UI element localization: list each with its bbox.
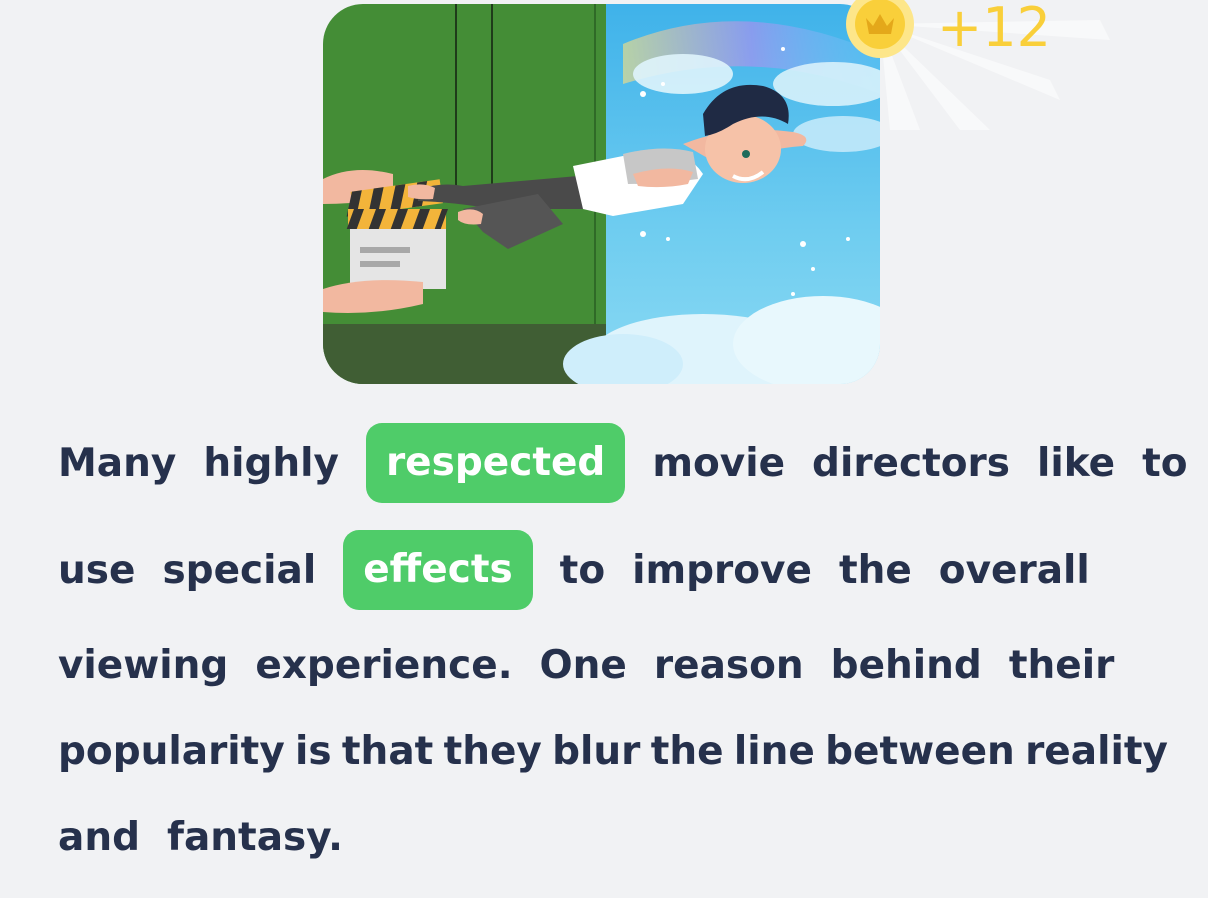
passage-word: like	[1037, 440, 1116, 486]
passage-word: that	[341, 728, 434, 774]
passage-word: use	[58, 547, 136, 593]
passage-word: directors	[812, 440, 1011, 486]
passage-word: they	[443, 728, 542, 774]
passage-word: to	[1142, 440, 1188, 486]
passage-word: to	[559, 547, 606, 593]
passage-line: Many highly respected movie directors like to	[58, 420, 1188, 506]
passage-line: and fantasy.	[58, 794, 343, 880]
passage-word: the	[650, 728, 724, 774]
passage-line: popularity is that they blur the line between re…	[58, 708, 1168, 794]
passage-word: reality	[1025, 728, 1168, 774]
passage-word: Many	[58, 440, 177, 486]
crown-coin-icon	[846, 0, 914, 58]
highlighted-word-chip[interactable]: effects	[343, 530, 533, 610]
passage-word: One	[539, 642, 627, 688]
passage-word: overall	[938, 547, 1090, 593]
passage-line: viewing experience. One reason behind their	[58, 622, 1114, 708]
passage-word: experience.	[255, 642, 513, 688]
lesson-illustration	[323, 4, 880, 384]
passage-word: special	[162, 547, 317, 593]
passage-word: their	[1008, 642, 1115, 688]
passage-word: improve	[632, 547, 812, 593]
passage-word: is	[295, 728, 332, 774]
reward-points: +12	[937, 0, 1051, 59]
passage-word: movie	[652, 440, 786, 486]
passage-word: behind	[830, 642, 982, 688]
passage-word: reason	[653, 642, 804, 688]
highlighted-word-chip[interactable]: respected	[365, 423, 626, 503]
passage-word: popularity	[58, 728, 285, 774]
passage-line: use special effects to improve the overall	[58, 527, 1090, 613]
passage-word: fantasy.	[167, 814, 343, 860]
passage-word: blur	[552, 728, 641, 774]
passage-word: and	[58, 814, 140, 860]
green-screen-scene-image	[323, 4, 880, 384]
passage-word: between	[825, 728, 1015, 774]
passage-word: viewing	[58, 642, 229, 688]
passage-word: the	[838, 547, 912, 593]
passage-word: line	[733, 728, 815, 774]
passage-word: highly	[203, 440, 339, 486]
reward-badge: +12	[820, 0, 1120, 130]
